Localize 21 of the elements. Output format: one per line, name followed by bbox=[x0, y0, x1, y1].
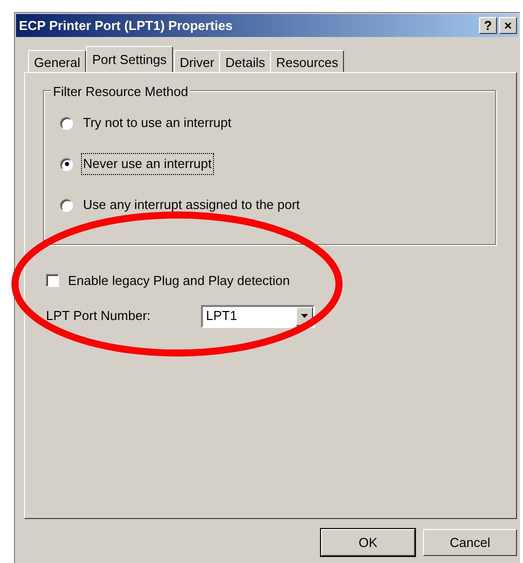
cancel-button[interactable]: Cancel bbox=[423, 529, 517, 556]
radio-label[interactable]: Try not to use an interrupt bbox=[81, 112, 234, 134]
tab[interactable]: Driver bbox=[174, 50, 220, 72]
tab[interactable]: Resources bbox=[270, 50, 344, 72]
tab[interactable]: Port Settings bbox=[86, 46, 173, 72]
radio-button[interactable] bbox=[60, 158, 73, 170]
close-button[interactable]: × bbox=[499, 17, 517, 34]
radio-label[interactable]: Never use an interrupt bbox=[81, 153, 214, 175]
radio-button[interactable] bbox=[60, 116, 73, 130]
radio-label[interactable]: Use any interrupt assigned to the port bbox=[81, 194, 302, 216]
field-label: LPT Port Number: bbox=[46, 307, 152, 326]
tab[interactable]: General bbox=[28, 50, 86, 72]
radio-button[interactable] bbox=[60, 198, 73, 212]
dropdown-arrow-icon bbox=[301, 314, 308, 318]
window-title: ECP Printer Port (LPT1) Properties bbox=[19, 16, 233, 35]
ok-button[interactable]: OK bbox=[321, 529, 415, 556]
port-dropdown[interactable]: LPT1 bbox=[201, 304, 315, 328]
tab[interactable]: Details bbox=[219, 50, 272, 72]
checkbox-label[interactable]: Enable legacy Plug and Play detection bbox=[68, 271, 290, 290]
help-button[interactable]: ? bbox=[479, 17, 497, 34]
checkbox[interactable] bbox=[46, 274, 59, 288]
